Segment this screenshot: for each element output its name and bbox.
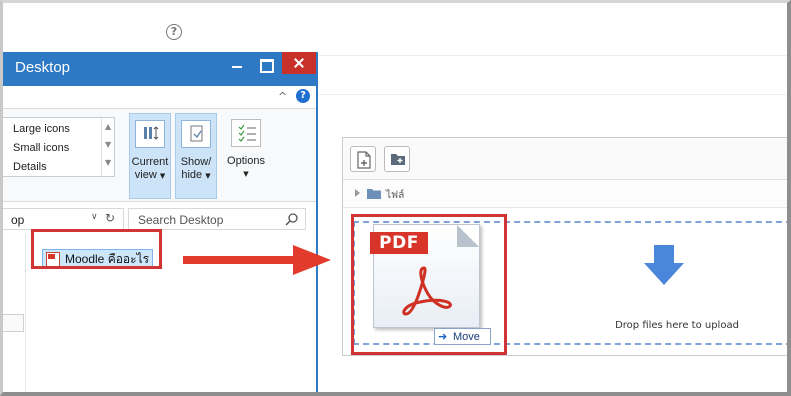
folder-icon xyxy=(367,189,381,199)
window-title: Desktop xyxy=(15,59,71,76)
current-view-label-1: Current xyxy=(131,156,169,168)
scroll-down-icon[interactable]: ▼ xyxy=(105,140,111,149)
search-input[interactable]: Search Desktop xyxy=(128,208,306,230)
search-icon[interactable] xyxy=(285,212,299,226)
collapse-ribbon-icon[interactable]: ^ xyxy=(278,90,287,103)
create-folder-icon xyxy=(391,154,405,165)
file-manager-toolbar xyxy=(343,138,791,180)
maximize-button[interactable] xyxy=(252,52,280,78)
search-placeholder: Search Desktop xyxy=(138,213,224,227)
options-caret-icon: ▼ xyxy=(243,170,249,178)
options-button[interactable]: Options ▼ xyxy=(221,113,271,199)
help-icon[interactable]: ? xyxy=(296,89,310,103)
sort-icon xyxy=(135,120,165,148)
address-text: op xyxy=(11,213,25,227)
target-highlight-box xyxy=(351,214,507,355)
add-file-button[interactable] xyxy=(350,146,376,172)
show-hide-label-2: hide ▼ xyxy=(181,169,211,181)
navigation-pane xyxy=(0,234,26,396)
nav-selected-item[interactable] xyxy=(0,314,24,332)
address-dropdown-icon[interactable]: ∨ xyxy=(91,212,98,222)
layout-small-icons[interactable]: Small icons xyxy=(13,142,69,154)
drag-direction-arrow xyxy=(183,245,331,275)
expand-arrow-icon[interactable] xyxy=(355,189,360,197)
create-folder-button[interactable] xyxy=(384,146,410,172)
ribbon: Large icons Small icons Details ▲ ▼ ▼ Cu… xyxy=(0,108,316,202)
layout-details[interactable]: Details xyxy=(13,161,47,173)
options-label: Options xyxy=(227,155,265,167)
layout-scrollbar[interactable]: ▲ ▼ ▼ xyxy=(101,118,115,176)
show-hide-icon xyxy=(181,120,211,148)
help-icon[interactable]: ? xyxy=(166,24,182,40)
page-divider xyxy=(316,94,791,95)
options-icon xyxy=(231,119,261,147)
minimize-button[interactable] xyxy=(224,52,252,78)
drop-arrow-icon xyxy=(644,245,684,285)
explorer-titlebar[interactable]: Desktop xyxy=(0,52,316,86)
file-manager-path: ไฟล์ xyxy=(343,180,791,208)
drop-instructions: Drop files here to upload xyxy=(615,320,739,331)
refresh-icon[interactable]: ↻ xyxy=(105,211,115,225)
address-bar[interactable]: op ∨ ↻ xyxy=(0,208,124,230)
layout-large-icons[interactable]: Large icons xyxy=(13,123,70,135)
close-button[interactable] xyxy=(282,52,316,74)
more-icon[interactable]: ▼ xyxy=(105,158,111,167)
show-hide-button[interactable]: Show/ hide ▼ xyxy=(175,113,217,199)
show-hide-label-1: Show/ xyxy=(180,156,212,168)
add-file-icon xyxy=(357,151,371,169)
page-divider xyxy=(316,55,791,56)
scroll-up-icon[interactable]: ▲ xyxy=(105,122,111,131)
source-highlight-box xyxy=(31,229,162,269)
path-label[interactable]: ไฟล์ xyxy=(386,188,404,203)
current-view-button[interactable]: Current view ▼ xyxy=(129,113,171,199)
file-explorer-window: Desktop ^ ? Large icons Small icons Deta… xyxy=(0,52,318,396)
current-view-label-2: view ▼ xyxy=(134,169,166,181)
layout-gallery: Large icons Small icons Details ▲ ▼ ▼ xyxy=(0,117,115,177)
ribbon-header: ^ ? xyxy=(0,86,316,108)
